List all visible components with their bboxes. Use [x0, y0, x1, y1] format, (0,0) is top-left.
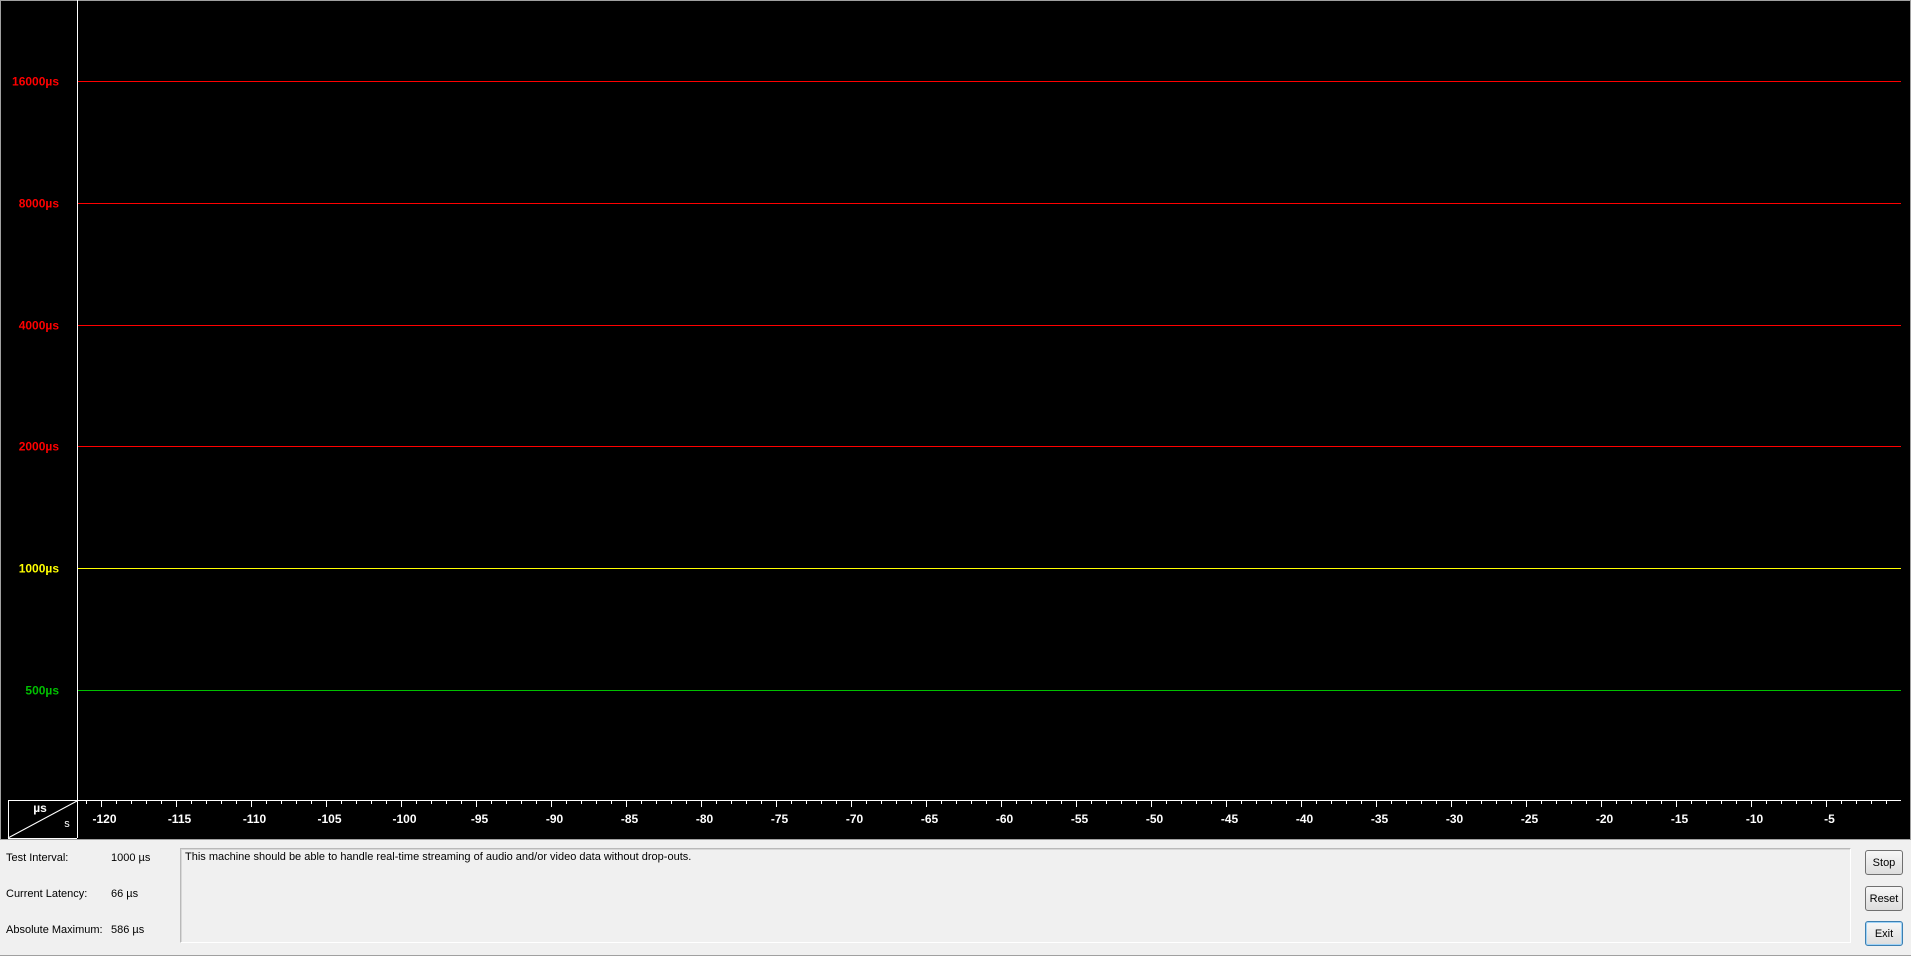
latency-chart-svg: 16000µs 8000µs 4000µs 2000µs 1000µs 500µs µs s -… — [0, 0, 1911, 840]
reset-button[interactable]: Reset — [1865, 886, 1903, 911]
x-tick-label--15: -15 — [1671, 812, 1689, 826]
threshold-label-8000: 8000µs — [19, 197, 60, 211]
x-tick-label--85: -85 — [621, 812, 639, 826]
x-tick-label--115: -115 — [168, 812, 192, 826]
x-tick-label--45: -45 — [1221, 812, 1239, 826]
x-tick-label--75: -75 — [771, 812, 789, 826]
window-bottom-border — [0, 955, 1911, 960]
x-tick-label--95: -95 — [471, 812, 489, 826]
threshold-label-4000: 4000µs — [19, 319, 60, 333]
x-tick-label--20: -20 — [1596, 812, 1614, 826]
x-tick-label--105: -105 — [317, 812, 341, 826]
test-interval-label: Test Interval: — [6, 852, 69, 864]
x-tick-label--100: -100 — [392, 812, 416, 826]
x-tick-label--10: -10 — [1746, 812, 1764, 826]
x-tick-label--40: -40 — [1296, 812, 1314, 826]
latency-chart: 16000µs 8000µs 4000µs 2000µs 1000µs 500µs µs s -… — [0, 0, 1911, 840]
chart-frame — [0, 0, 1911, 840]
absolute-maximum-value: 586 µs — [111, 924, 145, 936]
x-tick-label--120: -120 — [92, 812, 116, 826]
x-tick-label--70: -70 — [846, 812, 864, 826]
status-message: This machine should be able to handle re… — [180, 848, 1851, 943]
x-tick-label--50: -50 — [1146, 812, 1164, 826]
info-panel: Test Interval: 1000 µs Current Latency: … — [0, 840, 1911, 959]
x-tick-label--30: -30 — [1446, 812, 1464, 826]
threshold-label-500: 500µs — [25, 684, 59, 698]
stop-button[interactable]: Stop — [1865, 850, 1903, 875]
x-tick-label--90: -90 — [546, 812, 564, 826]
threshold-label-1000: 1000µs — [19, 562, 60, 576]
x-tick-label--110: -110 — [243, 812, 267, 826]
x-tick-label--65: -65 — [921, 812, 939, 826]
threshold-label-2000: 2000µs — [19, 440, 60, 454]
exit-button[interactable]: Exit — [1865, 921, 1903, 946]
x-tick-label--5: -5 — [1824, 812, 1835, 826]
x-tick-label--80: -80 — [696, 812, 714, 826]
y-unit-label: µs — [33, 801, 47, 815]
threshold-label-16000: 16000µs — [12, 75, 59, 89]
absolute-maximum-label: Absolute Maximum: — [6, 924, 103, 936]
x-unit-label: s — [64, 818, 70, 830]
test-interval-value: 1000 µs — [111, 852, 151, 864]
current-latency-value: 66 µs — [111, 888, 139, 900]
x-tick-label--25: -25 — [1521, 812, 1539, 826]
x-tick-label--60: -60 — [996, 812, 1014, 826]
current-latency-label: Current Latency: — [6, 888, 88, 900]
x-tick-label--35: -35 — [1371, 812, 1389, 826]
x-tick-label--55: -55 — [1071, 812, 1089, 826]
